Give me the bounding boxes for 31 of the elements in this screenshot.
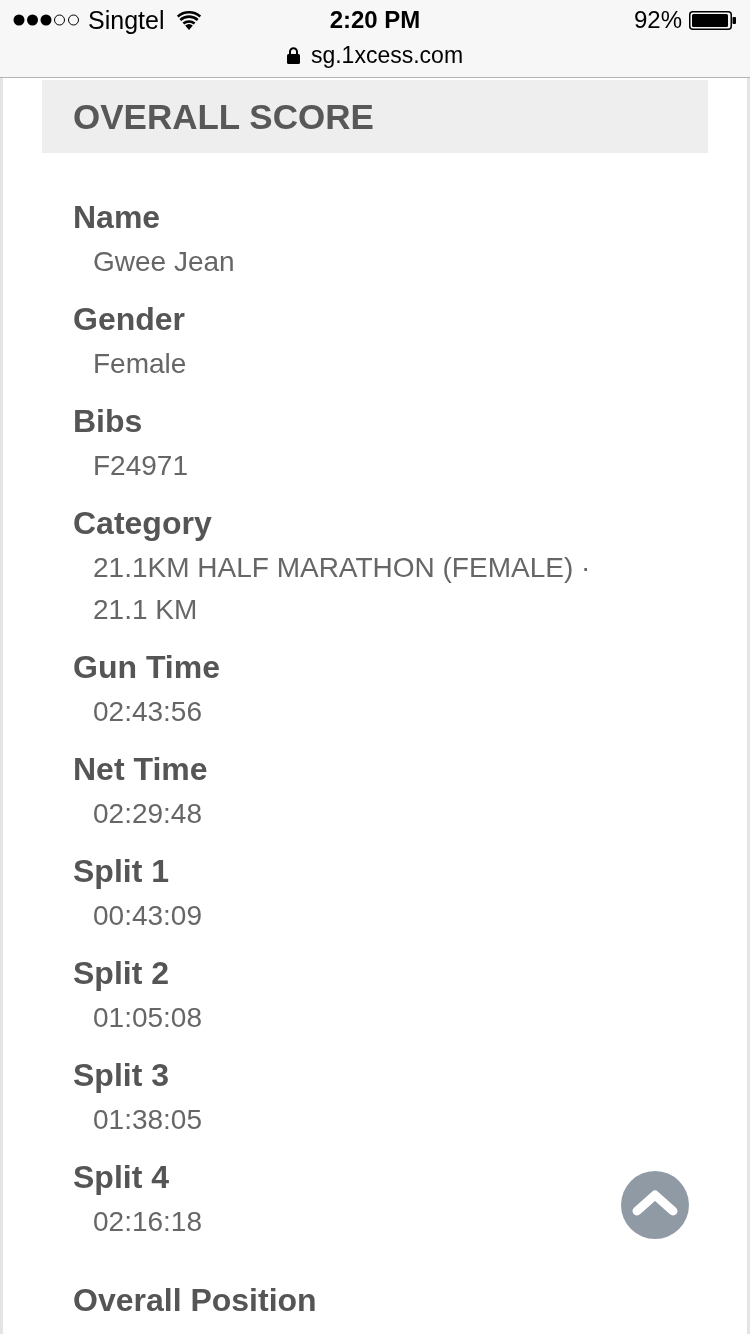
field-value: Gwee Jean bbox=[93, 245, 235, 279]
signal-strength-icon bbox=[13, 14, 80, 26]
field-value: 02:29:48 bbox=[93, 797, 202, 831]
field-value: 00:43:09 bbox=[93, 899, 202, 933]
chevron-up-icon bbox=[632, 1190, 678, 1216]
field-label: Overall Position bbox=[73, 1282, 317, 1318]
clock-time: 2:20 PM bbox=[329, 6, 421, 34]
field-label: Split 1 bbox=[73, 852, 169, 891]
carrier-name: Singtel bbox=[88, 5, 165, 35]
field-label: Category bbox=[73, 504, 212, 543]
field-label: Split 2 bbox=[73, 954, 169, 993]
lock-icon bbox=[286, 46, 300, 64]
field-label: Name bbox=[73, 198, 161, 237]
battery-percent: 92% bbox=[633, 6, 682, 34]
section-title: OVERALL SCORE bbox=[73, 96, 374, 137]
field-value: 01:05:08 bbox=[93, 1001, 202, 1035]
field-label: Gender bbox=[73, 300, 186, 339]
field-label: Gun Time bbox=[73, 648, 220, 687]
field-label: Bibs bbox=[73, 402, 143, 441]
field-value: Female bbox=[93, 347, 187, 381]
field-label: Net Time bbox=[73, 750, 208, 789]
field-value: 21.1KM HALF MARATHON (FEMALE) · 21.1 KM bbox=[93, 551, 592, 627]
page-url[interactable]: sg.1xcess.com bbox=[310, 41, 464, 69]
battery-icon bbox=[689, 10, 736, 30]
field-value: 02:16:18 bbox=[93, 1205, 202, 1239]
field-label: Split 4 bbox=[73, 1158, 169, 1197]
field-value: 02:43:56 bbox=[93, 695, 202, 729]
field-label: Split 3 bbox=[73, 1056, 169, 1095]
wifi-icon bbox=[177, 10, 202, 30]
field-value: 01:38:05 bbox=[93, 1103, 202, 1137]
field-value: F24971 bbox=[93, 449, 188, 483]
